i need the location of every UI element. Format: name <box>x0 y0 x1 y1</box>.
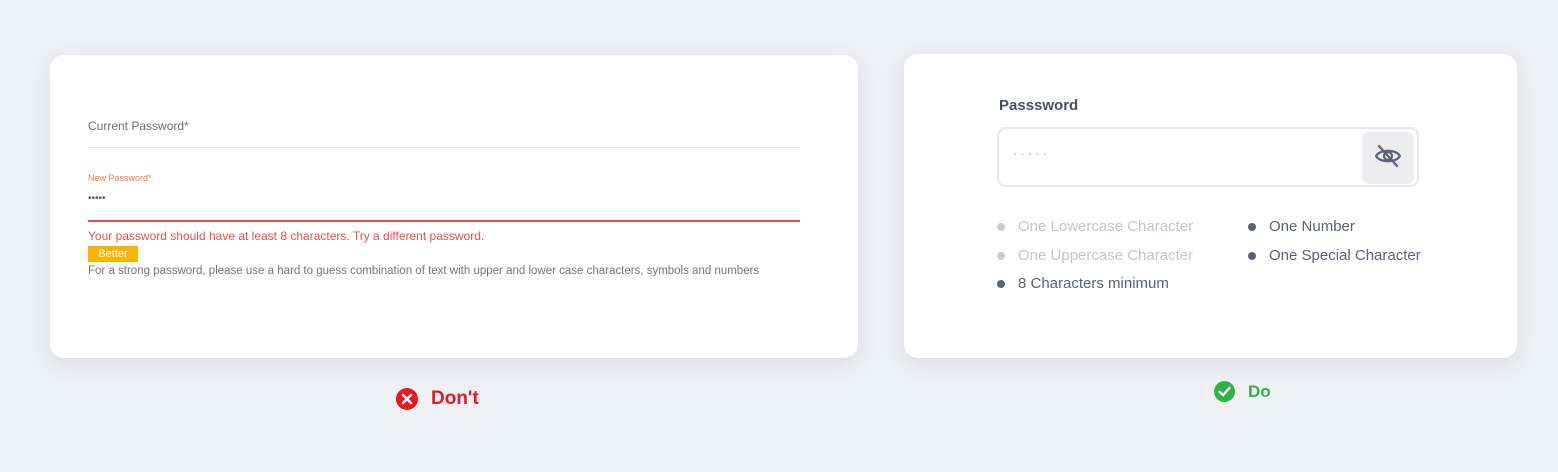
requirement-text: One Special Character <box>1269 247 1421 264</box>
do-example-card: Passsword ····· One Lowercase Character … <box>904 54 1517 358</box>
check-circle-icon <box>1214 381 1235 402</box>
password-hint: For a strong password, please use a hard… <box>88 265 760 277</box>
requirement-dot <box>997 251 1005 260</box>
password-value: ····· <box>1013 146 1050 161</box>
error-message: Your password should have at least 8 cha… <box>88 229 485 243</box>
requirement-min-length: 8 Characters minimum <box>997 275 1169 292</box>
password-label: Passsword <box>999 97 1079 114</box>
requirement-dot <box>1248 251 1256 260</box>
requirement-special: One Special Character <box>1248 247 1421 264</box>
requirement-text: One Number <box>1269 218 1355 235</box>
x-circle-icon <box>396 388 418 410</box>
strength-badge: Better <box>88 246 138 262</box>
requirement-dot <box>997 279 1005 288</box>
requirement-dot <box>997 222 1005 231</box>
requirement-number: One Number <box>1248 218 1355 235</box>
requirement-text: One Lowercase Character <box>1018 218 1194 235</box>
password-input[interactable]: ····· <box>997 127 1419 187</box>
new-password-label: New Password* <box>88 173 152 183</box>
requirement-uppercase: One Uppercase Character <box>997 247 1193 264</box>
eye-off-icon <box>1374 144 1402 173</box>
dont-example-card: Current Password* New Password* ••••• Yo… <box>50 55 858 358</box>
dont-caption-text: Don't <box>431 388 479 409</box>
do-caption: Do <box>1214 381 1271 402</box>
current-password-field[interactable] <box>88 147 800 148</box>
do-caption-text: Do <box>1248 381 1271 401</box>
new-password-underline <box>88 220 800 222</box>
dont-caption: Don't <box>396 388 479 410</box>
requirement-text: One Uppercase Character <box>1018 247 1194 264</box>
current-password-label: Current Password* <box>88 119 189 133</box>
visibility-toggle-button[interactable] <box>1362 132 1414 184</box>
requirement-text: 8 Characters minimum <box>1018 275 1169 292</box>
requirement-dot <box>1248 222 1256 231</box>
new-password-field[interactable]: ••••• <box>88 193 106 204</box>
requirement-lowercase: One Lowercase Character <box>997 218 1193 235</box>
